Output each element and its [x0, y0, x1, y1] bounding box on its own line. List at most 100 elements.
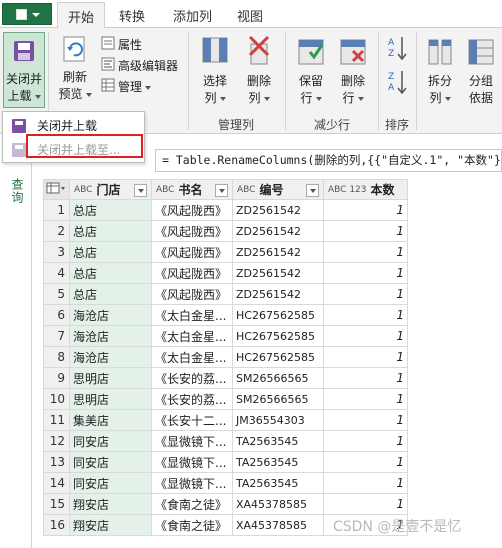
cell-code[interactable]: TA2563545: [232, 451, 324, 473]
column-header-book[interactable]: ABC 书名: [151, 179, 233, 200]
cell-store[interactable]: 翔安店: [69, 514, 152, 536]
table-row[interactable]: 8 海沧店 《太白金星... HC267562585 1: [43, 346, 408, 368]
cell-book[interactable]: 《显微镜下...: [151, 451, 233, 473]
tab-home[interactable]: 开始: [57, 2, 105, 29]
cell-code[interactable]: ZD2561542: [232, 220, 324, 242]
cell-store[interactable]: 海沧店: [69, 325, 152, 347]
row-number[interactable]: 1: [43, 199, 70, 221]
cell-book[interactable]: 《风起陇西》: [151, 220, 233, 242]
cell-code[interactable]: ZD2561542: [232, 199, 324, 221]
cell-count[interactable]: 1: [323, 346, 408, 368]
table-row[interactable]: 12 同安店 《显微镜下... TA2563545 1: [43, 430, 408, 452]
cell-count[interactable]: 1: [323, 493, 408, 515]
cell-store[interactable]: 同安店: [69, 451, 152, 473]
cell-store[interactable]: 海沧店: [69, 346, 152, 368]
row-number[interactable]: 2: [43, 220, 70, 242]
cell-book[interactable]: 《显微镜下...: [151, 472, 233, 494]
cell-store[interactable]: 同安店: [69, 430, 152, 452]
remove-columns-button[interactable]: 删除 列: [240, 34, 278, 107]
cell-store[interactable]: 同安店: [69, 472, 152, 494]
table-row[interactable]: 2 总店 《风起陇西》 ZD2561542 1: [43, 220, 408, 242]
sort-descending-button[interactable]: Z A: [386, 68, 408, 98]
filter-dropdown-icon[interactable]: [134, 184, 147, 197]
table-row[interactable]: 15 翔安店 《食南之徒》 XA45378585 1: [43, 493, 408, 515]
file-menu-button[interactable]: [2, 3, 52, 25]
remove-rows-button[interactable]: 删除 行: [334, 34, 372, 107]
choose-columns-button[interactable]: 选择 列: [196, 34, 234, 107]
keep-rows-button[interactable]: 保留 行: [292, 34, 330, 107]
cell-code[interactable]: ZD2561542: [232, 262, 324, 284]
cell-book[interactable]: 《风起陇西》: [151, 283, 233, 305]
close-and-load-button[interactable]: 关闭并 上载: [3, 32, 45, 108]
cell-book[interactable]: 《太白金星...: [151, 325, 233, 347]
table-corner-menu[interactable]: [43, 179, 70, 200]
cell-book[interactable]: 《食南之徒》: [151, 514, 233, 536]
cell-book[interactable]: 《太白金星...: [151, 304, 233, 326]
cell-count[interactable]: 1: [323, 304, 408, 326]
row-number[interactable]: 14: [43, 472, 70, 494]
row-number[interactable]: 8: [43, 346, 70, 368]
row-number[interactable]: 4: [43, 262, 70, 284]
cell-code[interactable]: HC267562585: [232, 325, 324, 347]
column-type-icon[interactable]: ABC: [237, 186, 255, 195]
cell-code[interactable]: XA45378585: [232, 493, 324, 515]
cell-code[interactable]: SM26566565: [232, 388, 324, 410]
formula-bar[interactable]: = Table.RenameColumns(删除的列,{{"自定义.1", "本…: [155, 149, 502, 172]
cell-count[interactable]: 1: [323, 220, 408, 242]
cell-code[interactable]: TA2563545: [232, 472, 324, 494]
manage-button[interactable]: 管理: [101, 78, 152, 96]
table-row[interactable]: 11 集美店 《长安十二... JM36554303 1: [43, 409, 408, 431]
row-number[interactable]: 16: [43, 514, 70, 536]
queries-pane[interactable]: [0, 163, 32, 548]
cell-code[interactable]: ZD2561542: [232, 283, 324, 305]
cell-store[interactable]: 集美店: [69, 409, 152, 431]
cell-store[interactable]: 总店: [69, 262, 152, 284]
table-row[interactable]: 4 总店 《风起陇西》 ZD2561542 1: [43, 262, 408, 284]
table-row[interactable]: 9 思明店 《长安的荔... SM26566565 1: [43, 367, 408, 389]
column-header-store[interactable]: ABC 门店: [69, 179, 152, 200]
cell-book[interactable]: 《太白金星...: [151, 346, 233, 368]
column-type-icon[interactable]: ABC 123: [328, 186, 367, 195]
properties-button[interactable]: 属性: [101, 36, 142, 54]
cell-store[interactable]: 思明店: [69, 367, 152, 389]
cell-code[interactable]: JM36554303: [232, 409, 324, 431]
cell-count[interactable]: 1: [323, 367, 408, 389]
filter-dropdown-icon[interactable]: [215, 184, 228, 197]
cell-book[interactable]: 《长安的荔...: [151, 388, 233, 410]
cell-book[interactable]: 《风起陇西》: [151, 241, 233, 263]
split-column-button[interactable]: 拆分 列: [422, 34, 458, 107]
row-number[interactable]: 13: [43, 451, 70, 473]
table-row[interactable]: 14 同安店 《显微镜下... TA2563545 1: [43, 472, 408, 494]
cell-store[interactable]: 总店: [69, 241, 152, 263]
table-row[interactable]: 6 海沧店 《太白金星... HC267562585 1: [43, 304, 408, 326]
filter-dropdown-icon[interactable]: [306, 184, 319, 197]
cell-store[interactable]: 翔安店: [69, 493, 152, 515]
cell-count[interactable]: 1: [323, 325, 408, 347]
cell-store[interactable]: 总店: [69, 199, 152, 221]
row-number[interactable]: 5: [43, 283, 70, 305]
cell-book[interactable]: 《长安十二...: [151, 409, 233, 431]
row-number[interactable]: 11: [43, 409, 70, 431]
refresh-preview-button[interactable]: 刷新 预览: [55, 34, 95, 103]
cell-count[interactable]: 1: [323, 451, 408, 473]
cell-book[interactable]: 《显微镜下...: [151, 430, 233, 452]
cell-book[interactable]: 《风起陇西》: [151, 199, 233, 221]
cell-count[interactable]: 1: [323, 241, 408, 263]
table-row[interactable]: 1 总店 《风起陇西》 ZD2561542 1: [43, 199, 408, 221]
row-number[interactable]: 6: [43, 304, 70, 326]
tab-transform[interactable]: 转换: [119, 6, 145, 25]
sort-ascending-button[interactable]: A Z: [386, 34, 408, 64]
cell-count[interactable]: 1: [323, 472, 408, 494]
group-by-button[interactable]: 分组 依据: [462, 34, 500, 107]
row-number[interactable]: 10: [43, 388, 70, 410]
cell-code[interactable]: HC267562585: [232, 304, 324, 326]
cell-count[interactable]: 1: [323, 199, 408, 221]
tab-view[interactable]: 视图: [237, 6, 263, 25]
table-row[interactable]: 5 总店 《风起陇西》 ZD2561542 1: [43, 283, 408, 305]
advanced-editor-button[interactable]: 高级编辑器: [101, 57, 178, 75]
cell-book[interactable]: 《长安的荔...: [151, 367, 233, 389]
cell-book[interactable]: 《风起陇西》: [151, 262, 233, 284]
cell-store[interactable]: 总店: [69, 220, 152, 242]
queries-pane-label[interactable]: 查询: [9, 178, 26, 204]
cell-book[interactable]: 《食南之徒》: [151, 493, 233, 515]
